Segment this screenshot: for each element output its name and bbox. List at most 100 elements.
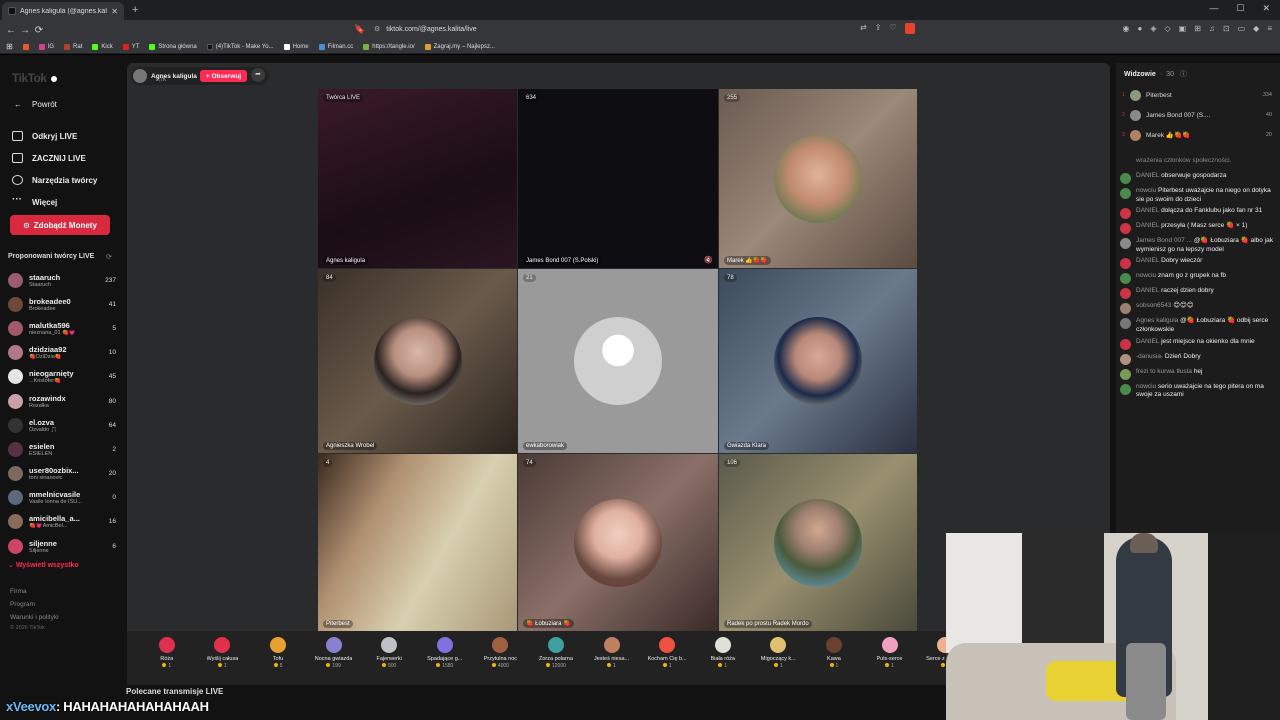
- gift-item[interactable]: Jesteś niesa... 1: [584, 631, 640, 685]
- extension-icon[interactable]: ●: [1137, 24, 1142, 33]
- chat-avatar[interactable]: [1120, 238, 1131, 250]
- gift-item[interactable]: Spadające g... 1580: [417, 631, 473, 685]
- gift-item[interactable]: Przytulna noc 4000: [473, 631, 529, 685]
- chat-avatar[interactable]: [1120, 208, 1131, 220]
- browser-tab[interactable]: Agnes kaligula (@agnes.kal... ✕: [2, 2, 124, 20]
- guest-tile[interactable]: 106 Radek po prostu Radek Mordo: [719, 454, 917, 631]
- extension-icon[interactable]: ⊞: [1194, 24, 1201, 33]
- nav-creator-tools[interactable]: Narzędzia twórcy: [12, 169, 97, 191]
- back-arrow-icon[interactable]: ←: [4, 25, 18, 36]
- guest-tile[interactable]: 78 Gwiazda Klara: [719, 269, 917, 453]
- chat-username[interactable]: DANIEL: [1136, 172, 1159, 179]
- bookmark-item[interactable]: Rat: [64, 43, 82, 50]
- reload-icon[interactable]: ⟳: [32, 25, 46, 36]
- url-field[interactable]: ⚙ tiktok.com/@agnes.kalita/live: [374, 25, 477, 33]
- bookmark-item[interactable]: https://tangle.io/: [363, 43, 415, 50]
- close-tab-icon[interactable]: ✕: [111, 7, 118, 16]
- guest-tile[interactable]: 84 Agnieszka Wrobel: [318, 269, 517, 453]
- footer-link[interactable]: Program: [10, 598, 59, 611]
- footer-link[interactable]: Warunki i polityki: [10, 611, 59, 624]
- get-coins-button[interactable]: ⊙ Zdobądź Monety: [10, 215, 110, 235]
- creator-item[interactable]: malutka596 nieznana_01 🍓💗 5: [8, 316, 116, 340]
- gift-item[interactable]: Wyślij całusa 1: [195, 631, 251, 685]
- follow-button[interactable]: + Obserwuj: [200, 70, 247, 82]
- gift-item[interactable]: Puls-serce 1: [862, 631, 918, 685]
- chat-avatar[interactable]: [1120, 273, 1131, 285]
- creator-item[interactable]: nieogarnięty ...Kristofer🍓 45: [8, 365, 116, 389]
- guest-tile[interactable]: 255 Marek 👍🍓🍓: [719, 89, 917, 268]
- top-viewer-item[interactable]: 2 James Bond 007 (S.... 40: [1122, 105, 1272, 125]
- tiktok-logo[interactable]: TikTok: [12, 71, 57, 85]
- back-link[interactable]: ← Powrót: [14, 100, 57, 109]
- chat-username[interactable]: DANIEL: [1136, 257, 1159, 264]
- forward-arrow-icon[interactable]: →: [18, 25, 32, 36]
- shield-icon[interactable]: ◆: [1253, 24, 1259, 33]
- share-page-icon[interactable]: ⇪: [875, 23, 882, 34]
- guest-tile[interactable]: Twórca LIVE Agnes kaligula: [318, 89, 517, 268]
- chat-username[interactable]: DANIEL: [1136, 222, 1159, 229]
- wallet-icon[interactable]: ▭: [1238, 24, 1246, 33]
- nav-more[interactable]: ··· Więcej: [12, 191, 97, 213]
- chat-avatar[interactable]: [1120, 338, 1131, 350]
- brave-shields-icon[interactable]: [904, 23, 915, 34]
- creator-item[interactable]: staaruch Staaruch 237: [8, 268, 116, 292]
- gift-item[interactable]: Migoczący k... 1: [751, 631, 807, 685]
- apps-grid-icon[interactable]: ⊞: [6, 42, 13, 51]
- minimize-icon[interactable]: —: [1209, 3, 1218, 14]
- chat-avatar[interactable]: [1120, 383, 1131, 395]
- creator-item[interactable]: user80ozbix... toni sinanovic 20: [8, 462, 116, 486]
- chat-username[interactable]: sobson6543: [1136, 302, 1171, 309]
- chat-username[interactable]: frezi to kurwa tłusta: [1136, 368, 1192, 375]
- extension-icon[interactable]: ◈: [1150, 24, 1156, 33]
- site-info-icon[interactable]: ⚙: [374, 26, 380, 33]
- extensions-puzzle-icon[interactable]: ⊡: [1223, 24, 1230, 33]
- bookmark-item[interactable]: Kick: [92, 43, 113, 50]
- chat-username[interactable]: -danusia-: [1136, 353, 1163, 360]
- creator-item[interactable]: siljenne Siljenne 6: [8, 534, 116, 558]
- gift-item[interactable]: Kocham Cię b... 1: [639, 631, 695, 685]
- footer-link[interactable]: Firma: [10, 585, 59, 598]
- menu-icon[interactable]: ≡: [1267, 24, 1272, 33]
- creator-item[interactable]: el.ozva Ozvaldo 🎵 64: [8, 413, 116, 437]
- bookmark-item[interactable]: IG: [38, 43, 54, 50]
- chat-avatar[interactable]: [1120, 368, 1131, 380]
- creator-item[interactable]: dzidziaa92 🍓DziDzia🍓 10: [8, 341, 116, 365]
- gift-item[interactable]: Zorza polarna 12000: [528, 631, 584, 685]
- top-viewer-item[interactable]: 1 Piterbest 334: [1122, 85, 1272, 105]
- show-all-link[interactable]: ⌄ Wyświetl wszystko: [8, 561, 79, 569]
- heart-icon[interactable]: ♡: [889, 23, 896, 34]
- maximize-icon[interactable]: ☐: [1236, 3, 1244, 14]
- guest-tile[interactable]: 634 James Bond 007 (S.Polski) 🔇: [518, 89, 718, 268]
- gift-item[interactable]: Róża 1: [139, 631, 195, 685]
- guest-tile[interactable]: 4 Piterbest: [318, 454, 517, 631]
- chat-avatar[interactable]: [1120, 258, 1131, 270]
- chat-avatar[interactable]: [1120, 303, 1131, 315]
- bookmark-item[interactable]: Zagraj.my – Najlepsz...: [424, 43, 495, 50]
- gift-item[interactable]: Tofu 5: [250, 631, 306, 685]
- media-icon[interactable]: ♫: [1209, 24, 1215, 33]
- extension-icon[interactable]: ▣: [1179, 24, 1187, 33]
- nav-explore-live[interactable]: Odkryj LIVE: [12, 125, 97, 147]
- bookmark-item[interactable]: Filman.cc: [318, 43, 353, 50]
- info-icon[interactable]: ⓘ: [1180, 71, 1187, 78]
- top-viewer-item[interactable]: 3 Marek 👍🍓🍓 20: [1122, 125, 1272, 145]
- gift-item[interactable]: Kawa 1: [806, 631, 862, 685]
- extension-icon[interactable]: ◇: [1164, 24, 1170, 33]
- creator-item[interactable]: esielen ESIELEN 2: [8, 437, 116, 461]
- guest-tile[interactable]: 74 🍓 Łobuziara 🍓: [518, 454, 718, 631]
- chat-username[interactable]: nowciu: [1136, 187, 1156, 194]
- bookmark-item[interactable]: (4)TikTok - Make Yo...: [206, 43, 274, 50]
- chat-avatar[interactable]: [1120, 318, 1131, 330]
- gift-item[interactable]: Nocna gwiazda 199: [306, 631, 362, 685]
- gift-item[interactable]: Biała róża 1: [695, 631, 751, 685]
- creator-item[interactable]: rozawindx Rozalka 80: [8, 389, 116, 413]
- creator-item[interactable]: brokeadee0 Brokeadee 41: [8, 292, 116, 316]
- share-icon[interactable]: ➦: [251, 68, 265, 82]
- extension-icon[interactable]: ◉: [1123, 24, 1130, 33]
- translate-icon[interactable]: ⇄: [860, 23, 867, 34]
- bookmark-item[interactable]: YT: [122, 43, 139, 50]
- new-tab-icon[interactable]: +: [132, 4, 138, 16]
- refresh-icon[interactable]: ⟳: [106, 253, 112, 261]
- bookmark-item[interactable]: [22, 43, 29, 50]
- chat-username[interactable]: James Bond 007 ...: [1136, 237, 1192, 244]
